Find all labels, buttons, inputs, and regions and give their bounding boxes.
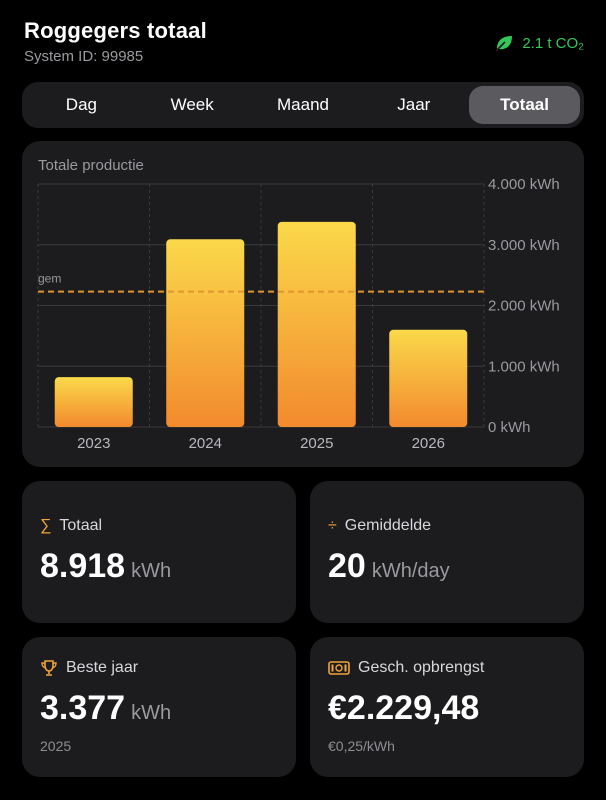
stat-card-total: ∑ Totaal 8.918 kWh (22, 481, 296, 623)
y-tick-label: 1.000 kWh (488, 358, 560, 375)
production-chart: 0 kWh 1.000 kWh 2.000 kWh 3.000 kWh 4.000 kW… (37, 176, 560, 452)
stat-sub: 2025 (40, 738, 72, 754)
tab-dag[interactable]: Dag (26, 86, 137, 124)
stat-unit: kWh (131, 702, 172, 724)
x-tick-label: 2026 (412, 435, 445, 452)
period-segmented-control: Dag Week Maand Jaar Totaal (22, 82, 584, 128)
bar-2026 (389, 329, 468, 427)
divide-icon: ÷ (328, 517, 337, 534)
co2-badge: 2.1 t CO₂ (494, 34, 584, 52)
tab-jaar[interactable]: Jaar (358, 86, 469, 124)
x-tick-label: 2025 (300, 435, 333, 452)
banknote-icon (328, 661, 350, 675)
stat-unit: kWh (131, 560, 172, 582)
bar-2023 (54, 377, 133, 427)
y-tick-label: 2.000 kWh (488, 298, 560, 315)
bar-2025 (277, 221, 356, 427)
stat-card-average: ÷ Gemiddelde 20 kWh/day (310, 481, 584, 623)
tab-maand[interactable]: Maand (248, 86, 359, 124)
x-tick-label: 2023 (77, 435, 110, 452)
co2-value: 2.1 t CO₂ (522, 34, 584, 52)
stat-value: 20 (328, 547, 366, 585)
stat-sub: €0,25/kWh (328, 738, 395, 754)
sigma-icon: ∑ (40, 517, 52, 534)
stat-label: Gesch. opbrengst (358, 659, 485, 676)
stat-label: Gemiddelde (344, 517, 432, 534)
stat-card-revenue: Gesch. opbrengst €2.229,48 €0,25/kWh (310, 637, 584, 777)
stat-unit: kWh/day (371, 560, 450, 582)
tab-week[interactable]: Week (137, 86, 248, 124)
stat-card-best-year: Beste jaar 3.377 kWh 2025 (22, 637, 296, 777)
stat-label: Totaal (59, 517, 103, 534)
stat-label: Beste jaar (66, 659, 139, 676)
stat-value: 8.918 (40, 547, 126, 585)
leaf-icon (495, 36, 513, 52)
x-tick-label: 2024 (189, 435, 222, 452)
average-label: gem (38, 272, 61, 286)
y-tick-label: 3.000 kWh (488, 237, 560, 254)
trophy-icon (41, 660, 57, 676)
stat-value: €2.229,48 (328, 689, 480, 727)
production-chart-card: Totale productie 0 kWh 1.000 kWh 2.000 kWh… (22, 141, 584, 467)
y-tick-label: 4.000 kWh (488, 176, 560, 193)
tab-totaal[interactable]: Totaal (469, 86, 580, 124)
stat-value: 3.377 (40, 689, 126, 727)
header: Roggegers totaal System ID: 99985 2.1 t … (24, 18, 584, 70)
bar-2024 (166, 239, 245, 427)
y-tick-label: 0 kWh (488, 419, 531, 436)
